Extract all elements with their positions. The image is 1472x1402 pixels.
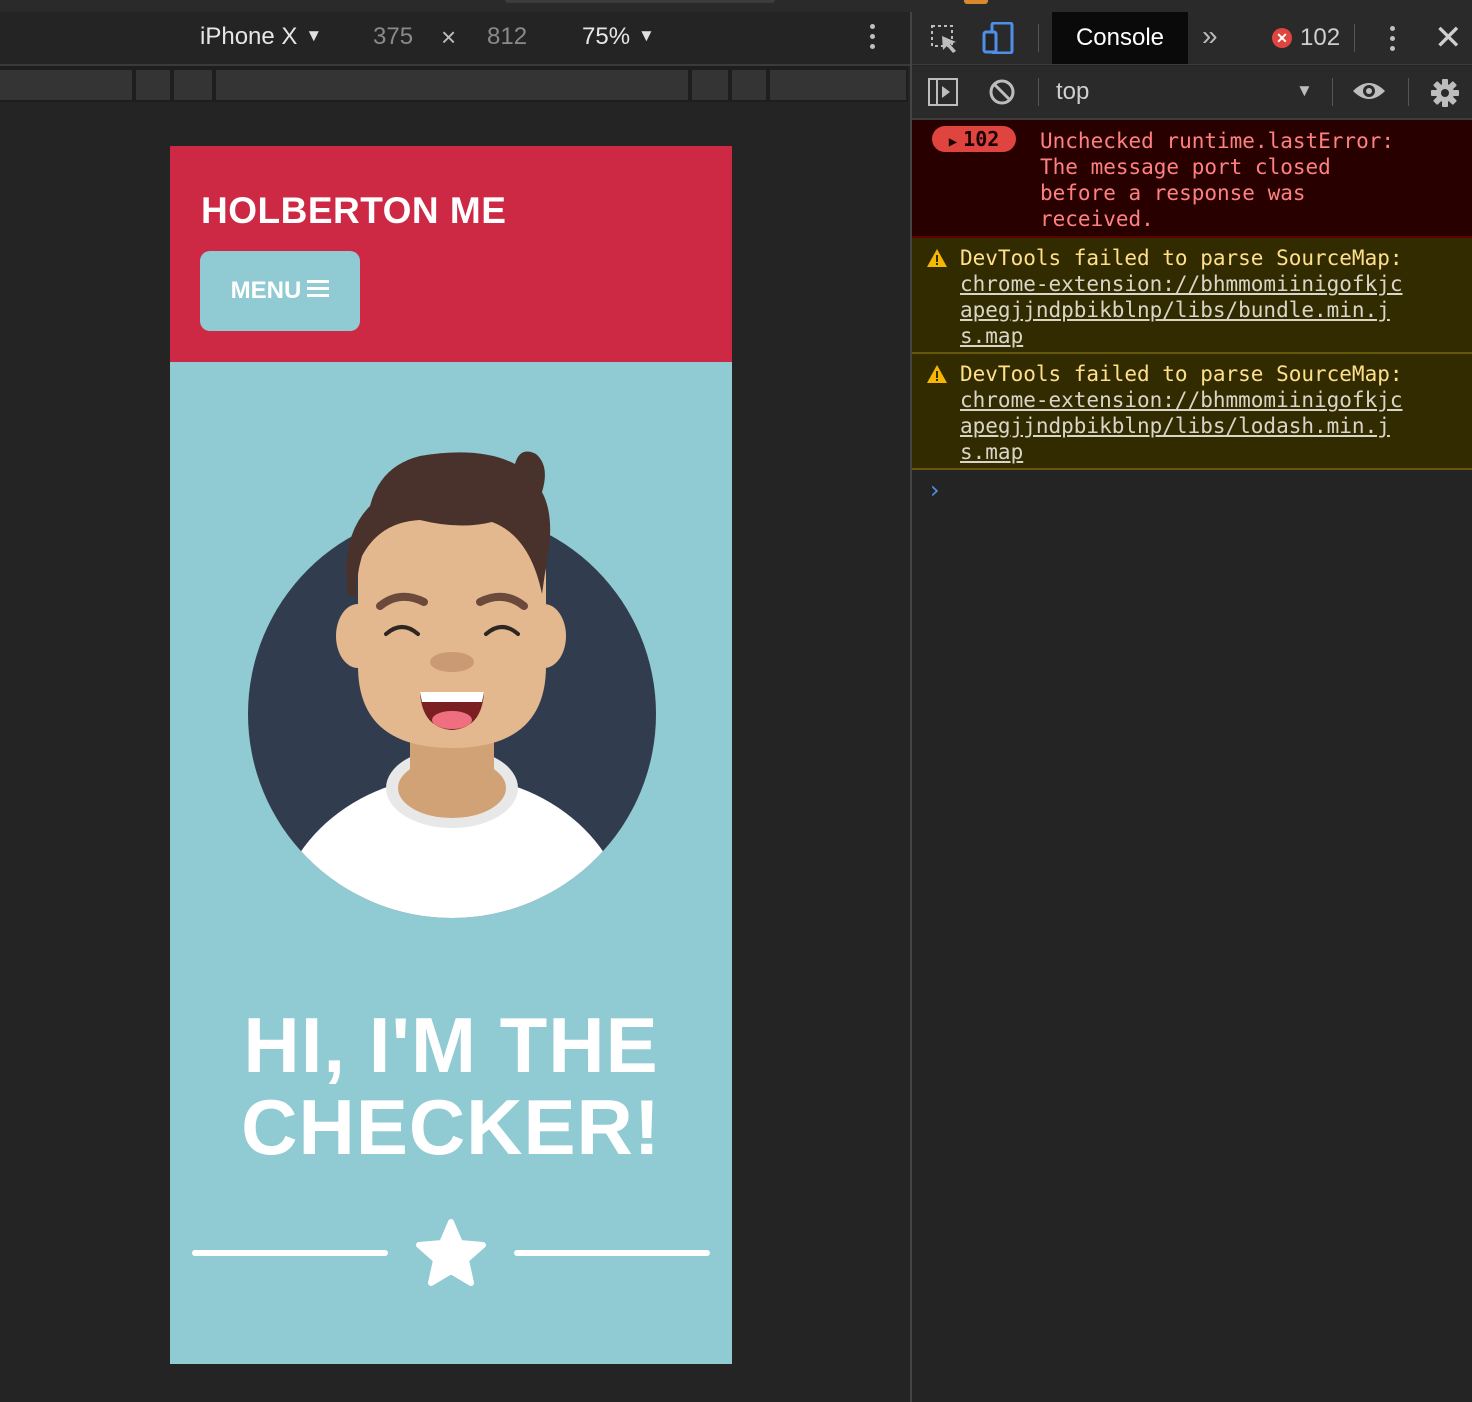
error-counter[interactable]: ✕ 102 <box>1272 24 1340 52</box>
ruler-segment[interactable] <box>732 70 766 100</box>
error-line: Unchecked runtime.lastError: <box>1040 129 1395 153</box>
sidebar-toggle-icon[interactable] <box>928 78 958 111</box>
separator <box>1038 24 1039 52</box>
warning-icon <box>926 248 948 274</box>
context-selector[interactable]: top <box>1056 78 1089 106</box>
separator <box>1408 78 1409 106</box>
sourcemap-link[interactable]: s.map <box>960 323 1460 349</box>
device-name: iPhone X <box>200 23 298 50</box>
chevron-down-icon: ▼ <box>305 26 323 45</box>
devtools-tabbar: Console » ✕ 102 ✕ <box>912 12 1472 65</box>
close-icon[interactable]: ✕ <box>1434 18 1463 58</box>
ruler-segment[interactable] <box>770 70 906 100</box>
console-toolbar: top ▼ <box>912 66 1472 120</box>
site-header: HOLBERTON ME MENU <box>170 146 732 362</box>
error-line: before a response was <box>1040 181 1306 205</box>
error-line: received. <box>1040 207 1154 231</box>
devtools-menu-icon[interactable] <box>1390 26 1396 56</box>
hero-line-2: CHECKER! <box>241 1083 661 1171</box>
error-count: 102 <box>1300 24 1341 51</box>
sourcemap-link[interactable]: apegjjndpbikblnp/libs/lodash.min.j <box>960 413 1460 439</box>
console-error-message[interactable]: ▶ 102 Unchecked runtime.lastError: The me… <box>912 120 1472 238</box>
ruler-segment[interactable] <box>692 70 728 100</box>
repeat-count-badge[interactable]: ▶ 102 <box>932 126 1016 152</box>
ruler-segment[interactable] <box>174 70 212 100</box>
star-icon <box>416 1219 486 1286</box>
height-input[interactable]: 812 <box>487 22 527 52</box>
tab-hint <box>505 0 775 3</box>
console-warning-message[interactable]: DevTools failed to parse SourceMap: chrom… <box>912 354 1472 470</box>
zoom-select[interactable]: 75% ▼ <box>582 22 655 54</box>
warning-label: DevTools failed to parse SourceMap: <box>960 246 1403 270</box>
gear-icon[interactable] <box>1430 78 1460 113</box>
live-expression-eye-icon[interactable] <box>1352 80 1386 107</box>
extension-indicator <box>964 0 988 4</box>
warning-icon <box>926 364 948 390</box>
media-query-ruler[interactable] <box>0 66 908 102</box>
inspect-element-icon[interactable] <box>930 24 960 59</box>
device-select[interactable]: iPhone X ▼ <box>200 22 322 54</box>
chevron-down-icon[interactable]: ▼ <box>1296 81 1313 101</box>
separator <box>1354 24 1355 52</box>
dimension-separator: × <box>441 22 457 52</box>
warning-label: DevTools failed to parse SourceMap: <box>960 362 1403 386</box>
hamburger-icon <box>307 277 330 305</box>
avatar-illustration <box>230 426 670 951</box>
warning-text: DevTools failed to parse SourceMap: chrom… <box>960 361 1460 465</box>
device-viewport: HOLBERTON ME MENU HI, I'M THE CHECKER! <box>170 146 732 1364</box>
menu-label: MENU <box>230 277 302 304</box>
more-options-icon[interactable] <box>870 24 876 54</box>
warning-text: DevTools failed to parse SourceMap: chrom… <box>960 245 1460 349</box>
expand-triangle-icon: ▶ <box>948 134 958 150</box>
error-text: Unchecked runtime.lastError: The message… <box>1040 128 1460 232</box>
console-warning-message[interactable]: DevTools failed to parse SourceMap: chrom… <box>912 238 1472 354</box>
clear-console-icon[interactable] <box>988 78 1016 111</box>
devtools-panel: Console » ✕ 102 ✕ top ▼ ▶ 102 Unchecked r… <box>910 12 1472 1402</box>
sourcemap-link[interactable]: chrome-extension://bhmmomiinigofkjc <box>960 387 1460 413</box>
ruler-segment[interactable] <box>216 70 688 100</box>
chevron-down-icon: ▼ <box>638 26 655 45</box>
star-divider <box>170 1216 732 1291</box>
console-prompt[interactable]: › <box>930 476 940 504</box>
tab-console[interactable]: Console <box>1052 12 1188 64</box>
error-icon: ✕ <box>1272 28 1292 48</box>
hero-title: HI, I'M THE CHECKER! <box>170 1004 732 1168</box>
ruler-segment[interactable] <box>136 70 170 100</box>
sourcemap-link[interactable]: chrome-extension://bhmmomiinigofkjc <box>960 271 1460 297</box>
divider-line-right <box>514 1250 710 1256</box>
browser-top-strip <box>0 0 1472 12</box>
sourcemap-link[interactable]: s.map <box>960 439 1460 465</box>
more-tabs-icon[interactable]: » <box>1202 20 1218 52</box>
zoom-value: 75% <box>582 23 631 50</box>
hero-line-1: HI, I'M THE <box>243 1001 659 1089</box>
divider-line-left <box>192 1250 388 1256</box>
repeat-count: 102 <box>963 127 1000 151</box>
site-title[interactable]: HOLBERTON ME <box>201 190 506 232</box>
device-toolbar: iPhone X ▼ 375 × 812 75% ▼ <box>0 12 910 66</box>
menu-button[interactable]: MENU <box>200 251 360 331</box>
sourcemap-link[interactable]: apegjjndpbikblnp/libs/bundle.min.j <box>960 297 1460 323</box>
error-line: The message port closed <box>1040 155 1331 179</box>
width-input[interactable]: 375 <box>373 22 413 52</box>
ruler-segment[interactable] <box>0 70 132 100</box>
device-toolbar-icon[interactable] <box>982 21 1016 59</box>
separator <box>1038 78 1039 106</box>
separator <box>1332 78 1333 106</box>
